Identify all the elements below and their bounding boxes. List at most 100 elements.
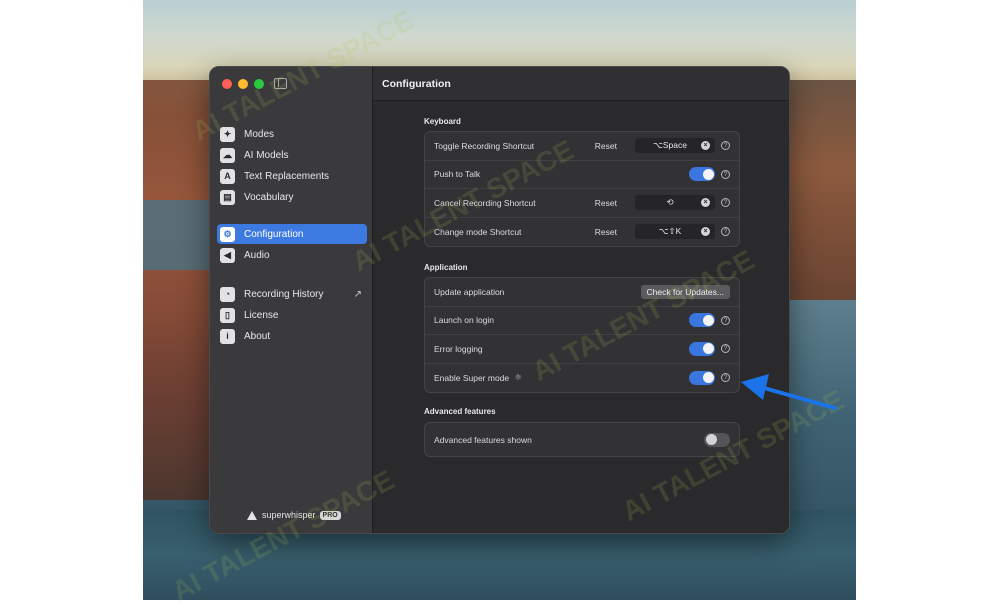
page-title: Configuration <box>382 78 451 90</box>
speaker-icon: ◀ <box>220 247 235 263</box>
help-icon[interactable]: ? <box>721 141 730 151</box>
text-replacements-icon: A <box>220 168 235 184</box>
help-icon[interactable]: ? <box>721 227 730 237</box>
atom-icon: ⚛ <box>514 372 523 383</box>
section-title-keyboard: Keyboard <box>424 117 461 126</box>
section-title-advanced: Advanced features <box>424 407 496 416</box>
gear-icon: ⚙ <box>220 226 235 242</box>
ai-models-icon: ☁ <box>220 147 235 163</box>
sidebar-group-main: ✦ Modes ☁ AI Models A Text Replacements … <box>217 124 367 208</box>
row-label: Launch on login <box>434 315 495 326</box>
super-mode-toggle[interactable] <box>689 370 715 385</box>
launch-on-login-toggle[interactable] <box>689 313 715 328</box>
sidebar-toggle-icon[interactable] <box>274 78 287 89</box>
super-mode-row: Enable Super mode ⚛ ? <box>425 364 739 393</box>
brand: superwhisper PRO <box>247 510 341 520</box>
reset-button[interactable]: Reset <box>595 141 617 151</box>
shortcut-value: ⌥⇧K <box>658 226 682 237</box>
shortcut-recorder[interactable]: ⌥⇧K × <box>635 224 715 240</box>
sidebar-group-info: ◔ Recording History ↗ ▯ License i About <box>217 284 367 347</box>
sidebar-item-label: Audio <box>244 249 270 261</box>
keyboard-group: Toggle Recording Shortcut Reset ⌥Space ×… <box>424 131 740 247</box>
wallpaper-water-left <box>143 200 213 270</box>
sidebar-item-label: About <box>244 330 271 342</box>
sidebar-item-about[interactable]: i About <box>217 326 367 346</box>
info-icon: i <box>220 328 235 344</box>
row-label: Error logging <box>434 343 483 354</box>
annotation-arrow-icon <box>741 374 837 410</box>
help-icon[interactable]: ? <box>721 373 730 383</box>
brand-name: superwhisper <box>262 510 316 520</box>
advanced-features-row: Advanced features shown <box>425 423 739 456</box>
minimize-window-button[interactable] <box>238 79 248 89</box>
push-to-talk-row: Push to Talk ? <box>425 161 739 189</box>
wallpaper-rock-right <box>786 80 856 300</box>
window-controls <box>222 79 264 89</box>
shortcut-recorder[interactable]: ⌥Space × <box>635 138 715 154</box>
error-logging-toggle[interactable] <box>689 341 715 356</box>
sidebar-item-label: Vocabulary <box>244 191 294 203</box>
titlebar: Configuration <box>373 67 789 101</box>
row-label: Cancel Recording Shortcut <box>434 197 536 208</box>
cancel-recording-row: Cancel Recording Shortcut Reset ⟲ × ? <box>425 189 739 218</box>
history-icon: ◔ <box>220 286 235 302</box>
advanced-group: Advanced features shown <box>424 422 740 457</box>
advanced-features-toggle[interactable] <box>704 432 730 447</box>
update-application-row: Update application Check for Updates... <box>425 278 739 307</box>
sidebar-item-audio[interactable]: ◀ Audio <box>217 245 367 265</box>
error-logging-row: Error logging ? <box>425 335 739 364</box>
application-group: Update application Check for Updates... … <box>424 277 740 393</box>
row-label: Change mode Shortcut <box>434 226 522 237</box>
license-icon: ▯ <box>220 307 235 323</box>
clear-shortcut-icon[interactable]: × <box>701 227 710 237</box>
sidebar-item-configuration[interactable]: ⚙ Configuration <box>217 224 367 244</box>
shortcut-value: ⟲ <box>666 197 674 208</box>
help-icon[interactable]: ? <box>721 198 730 208</box>
row-label: Advanced features shown <box>434 434 532 445</box>
settings-window: ✦ Modes ☁ AI Models A Text Replacements … <box>209 66 790 534</box>
toggle-recording-row: Toggle Recording Shortcut Reset ⌥Space ×… <box>425 132 739 161</box>
sidebar-item-label: Configuration <box>244 228 304 240</box>
clear-shortcut-icon[interactable]: × <box>701 198 710 208</box>
modes-icon: ✦ <box>220 126 235 142</box>
row-label: Push to Talk <box>434 169 481 180</box>
help-icon[interactable]: ? <box>721 315 730 325</box>
push-to-talk-toggle[interactable] <box>689 167 715 182</box>
sidebar-item-license[interactable]: ▯ License <box>217 305 367 325</box>
launch-on-login-row: Launch on login ? <box>425 307 739 335</box>
sidebar-item-label: Modes <box>244 128 275 140</box>
row-label: Enable Super mode <box>434 372 510 383</box>
sidebar-item-vocabulary[interactable]: ▤ Vocabulary <box>217 187 367 207</box>
sidebar-item-label: Recording History <box>244 288 324 300</box>
sidebar-group-settings: ⚙ Configuration ◀ Audio <box>217 224 367 266</box>
screenshot-stage: ✦ Modes ☁ AI Models A Text Replacements … <box>0 0 1000 607</box>
reset-button[interactable]: Reset <box>595 198 617 208</box>
shortcut-recorder[interactable]: ⟲ × <box>635 195 715 211</box>
shortcut-value: ⌥Space <box>653 140 687 151</box>
reset-button[interactable]: Reset <box>595 227 617 237</box>
vocabulary-icon: ▤ <box>220 189 235 205</box>
close-window-button[interactable] <box>222 79 232 89</box>
sidebar-item-recording-history[interactable]: ◔ Recording History ↗ <box>217 284 367 304</box>
wallpaper-rock-left <box>143 80 213 500</box>
help-icon[interactable]: ? <box>721 344 730 354</box>
row-label: Update application <box>434 286 505 297</box>
superwhisper-logo-icon <box>247 510 257 520</box>
help-icon[interactable]: ? <box>721 169 730 179</box>
sidebar-item-label: Text Replacements <box>244 170 330 182</box>
clear-shortcut-icon[interactable]: × <box>701 141 710 151</box>
row-label: Toggle Recording Shortcut <box>434 140 535 151</box>
sidebar-item-modes[interactable]: ✦ Modes <box>217 124 367 144</box>
change-mode-row: Change mode Shortcut Reset ⌥⇧K × ? <box>425 218 739 247</box>
zoom-window-button[interactable] <box>254 79 264 89</box>
sidebar: ✦ Modes ☁ AI Models A Text Replacements … <box>210 67 373 533</box>
sidebar-item-ai-models[interactable]: ☁ AI Models <box>217 145 367 165</box>
sidebar-item-text-replacements[interactable]: A Text Replacements <box>217 166 367 186</box>
check-for-updates-button[interactable]: Check for Updates... <box>640 284 730 299</box>
pro-badge: PRO <box>319 510 341 520</box>
sidebar-item-label: AI Models <box>244 149 289 161</box>
main-pane: Configuration Keyboard Toggle Recording … <box>373 67 789 533</box>
section-title-application: Application <box>424 263 468 272</box>
sidebar-item-label: License <box>244 309 279 321</box>
external-link-icon: ↗ <box>353 288 362 300</box>
